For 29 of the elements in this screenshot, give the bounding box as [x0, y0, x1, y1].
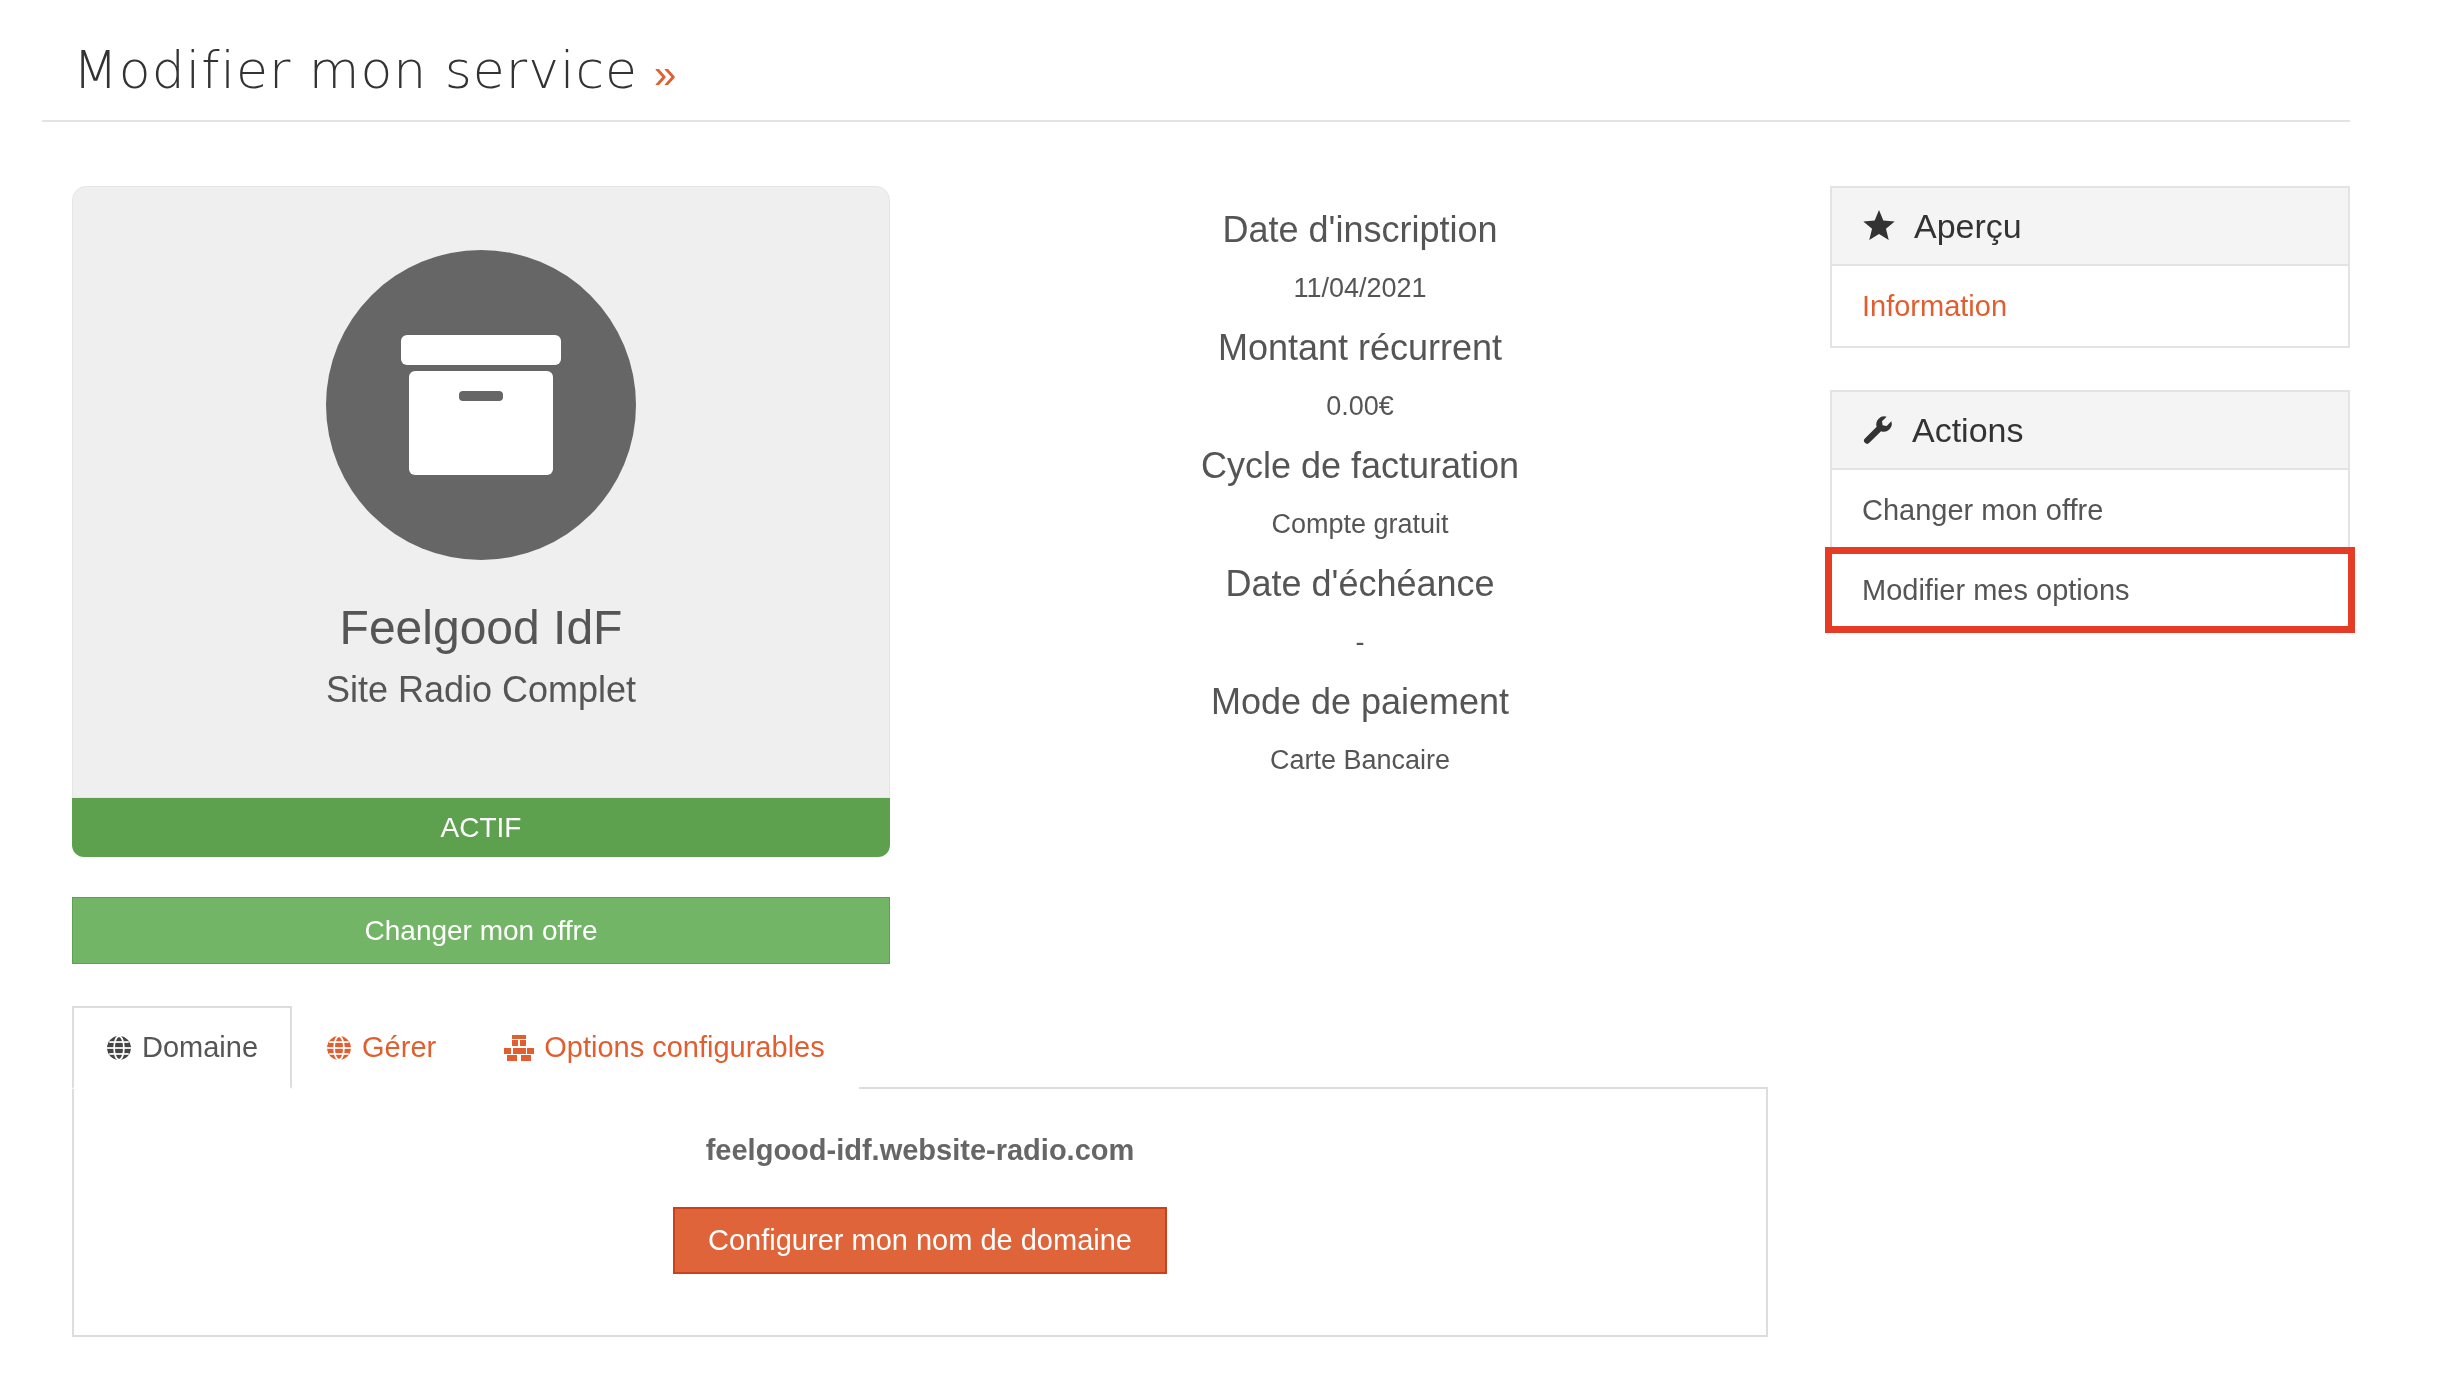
globe-icon — [106, 1034, 132, 1061]
sidebar-link[interactable]: Information — [1832, 266, 2348, 346]
detail-value: - — [1355, 627, 1365, 658]
service-name: Feelgood IdF — [339, 600, 623, 655]
change-offer-button[interactable]: Changer mon offre — [72, 897, 890, 964]
detail-label: Cycle de facturation — [1200, 445, 1520, 487]
tab[interactable]: Domaine — [72, 1006, 293, 1089]
detail-value: 0.00€ — [1326, 391, 1394, 422]
panel-title: Actions — [1912, 410, 2024, 450]
sidebar-link[interactable]: Changer mon offre — [1832, 470, 2348, 550]
sidebar-link[interactable]: Modifier mes options — [1828, 550, 2352, 630]
configure-domain-button[interactable]: Configurer mon nom de domaine — [673, 1207, 1167, 1274]
cubes-icon — [504, 1034, 535, 1061]
domain-name: feelgood-idf.website-radio.com — [705, 1134, 1135, 1167]
chevron-icon: » — [654, 52, 677, 97]
detail-label: Date d'échéance — [1225, 563, 1495, 605]
page-title: Modifier mon service — [73, 40, 638, 100]
detail-value: 11/04/2021 — [1293, 273, 1427, 304]
panel-title: Aperçu — [1914, 206, 2022, 246]
detail-label: Mode de paiement — [1210, 681, 1510, 723]
detail-value: Carte Bancaire — [1269, 745, 1451, 776]
detail-label: Montant récurrent — [1217, 327, 1503, 369]
product-name: Site Radio Complet — [325, 669, 637, 711]
detail-value: Compte gratuit — [1271, 509, 1449, 540]
globe-icon — [326, 1034, 353, 1061]
status-bar: ACTIF — [72, 798, 890, 857]
wrench-icon — [1862, 414, 1894, 446]
star-icon — [1862, 210, 1896, 242]
detail-label: Date d'inscription — [1222, 209, 1498, 251]
